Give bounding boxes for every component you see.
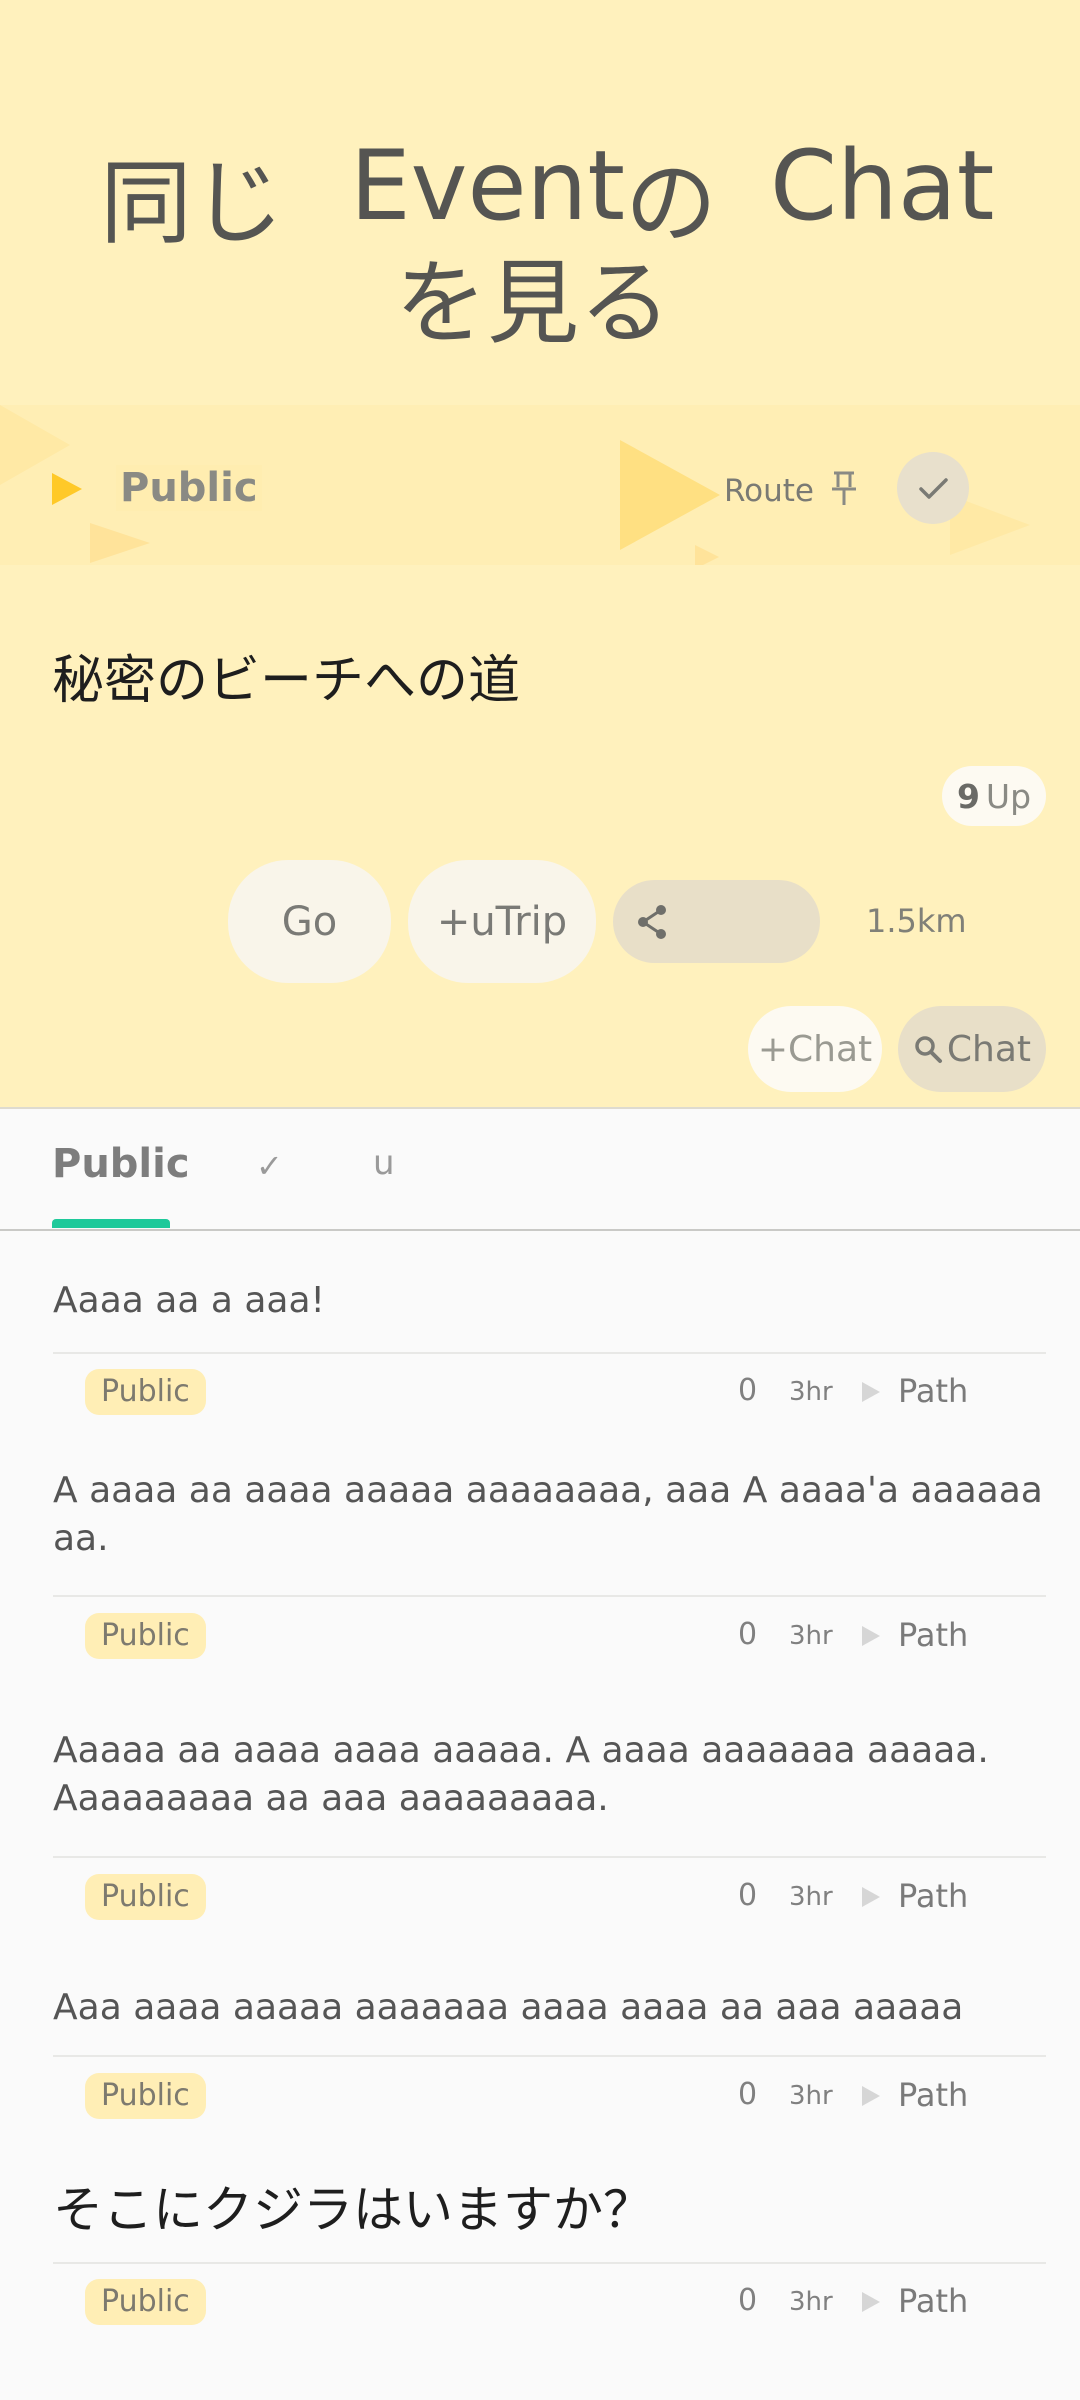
event-band: Public Route: [0, 405, 1080, 565]
post-text: Aaaa aa a aaa!: [53, 1280, 325, 1321]
post-text: Aaa aaaa aaaaa aaaaaaa aaaa aaaa aa aaa …: [53, 1987, 964, 2028]
headline-part-1: 同じ: [100, 150, 285, 257]
up-count: 9: [956, 776, 980, 816]
post-text: そこにクジラはいますか？: [53, 2181, 653, 2239]
pin-icon[interactable]: [828, 469, 860, 509]
path-link[interactable]: Path: [898, 2076, 968, 2114]
tab-u-label: u: [373, 1143, 395, 1183]
add-chat-button[interactable]: +Chat: [748, 1006, 882, 1092]
visibility-badge: Public: [85, 1613, 206, 1659]
search-chat-button[interactable]: Chat: [898, 1006, 1046, 1092]
event-title: 秘密のビーチへの道: [52, 651, 521, 711]
headline-part-2: Event: [350, 130, 626, 242]
go-label: Go: [281, 898, 338, 945]
reply-count: 0: [738, 2077, 758, 2112]
share-button[interactable]: [613, 880, 820, 963]
post-age: 3hr: [789, 1621, 833, 1651]
reply-count: 0: [738, 2283, 758, 2318]
post-text: A aaaa aa aaaa aaaaa aaaaaaaa, aaa A aaa…: [53, 1470, 1043, 1559]
up-badge[interactable]: 9 Up: [942, 766, 1046, 826]
headline-part-4: Chat: [770, 130, 995, 242]
tab-bar: Public ✓ u: [0, 1107, 1080, 1231]
play-icon: [862, 2086, 880, 2106]
path-link[interactable]: Path: [898, 2282, 968, 2320]
visibility-badge: Public: [85, 2279, 206, 2325]
route-label[interactable]: Route: [724, 473, 814, 509]
event-visibility-label: Public: [116, 465, 262, 511]
tab-checked[interactable]: ✓: [256, 1147, 283, 1185]
tab-indicator: [52, 1219, 170, 1228]
divider: [53, 1856, 1046, 1858]
tab-public-label: Public: [52, 1141, 190, 1187]
play-icon: [52, 473, 82, 505]
go-button[interactable]: Go: [228, 860, 391, 983]
check-button[interactable]: [897, 452, 969, 524]
event-header: 同じ Event の Chat を見る Public Route 秘密のビーチへ…: [0, 0, 1080, 1107]
post-age: 3hr: [789, 2081, 833, 2111]
add-chat-label: +Chat: [757, 1028, 873, 1070]
reply-count: 0: [738, 1373, 758, 1408]
reply-count: 0: [738, 1617, 758, 1652]
post-age: 3hr: [789, 1377, 833, 1407]
tab-public[interactable]: Public: [52, 1141, 190, 1187]
divider: [53, 2262, 1046, 2264]
play-icon: [862, 1626, 880, 1646]
path-link[interactable]: Path: [898, 1616, 968, 1654]
visibility-badge: Public: [85, 1874, 206, 1920]
decor-triangle: [695, 545, 719, 565]
search-icon: [915, 1036, 942, 1063]
path-link[interactable]: Path: [898, 1372, 968, 1410]
reply-count: 0: [738, 1878, 758, 1913]
check-icon: [919, 478, 948, 499]
distance-label: 1.5km: [866, 902, 967, 940]
divider: [53, 1352, 1046, 1354]
decor-triangle: [620, 440, 720, 550]
visibility-badge: Public: [85, 1369, 206, 1415]
search-chat-label: Chat: [946, 1028, 1032, 1070]
play-icon: [862, 2292, 880, 2312]
share-icon: [638, 905, 666, 939]
post-text: Aaaaa aa aaaa aaaa aaaaa. A aaaa aaaaaaa…: [53, 1730, 989, 1819]
divider: [53, 1595, 1046, 1597]
headline-part-3: の: [625, 150, 718, 257]
play-icon: [862, 1382, 880, 1402]
divider: [53, 2055, 1046, 2057]
utrip-label: +uTrip: [436, 898, 568, 945]
visibility-badge: Public: [85, 2073, 206, 2119]
play-icon: [862, 1887, 880, 1907]
up-label: Up: [985, 776, 1032, 816]
tab-checked-label: ✓: [256, 1147, 283, 1185]
add-utrip-button[interactable]: +uTrip: [408, 860, 596, 983]
decor-triangle: [90, 523, 150, 563]
post-age: 3hr: [789, 2287, 833, 2317]
headline-part-5: を見る: [395, 250, 672, 357]
path-link[interactable]: Path: [898, 1877, 968, 1915]
tab-u[interactable]: u: [373, 1143, 395, 1183]
post-age: 3hr: [789, 1882, 833, 1912]
